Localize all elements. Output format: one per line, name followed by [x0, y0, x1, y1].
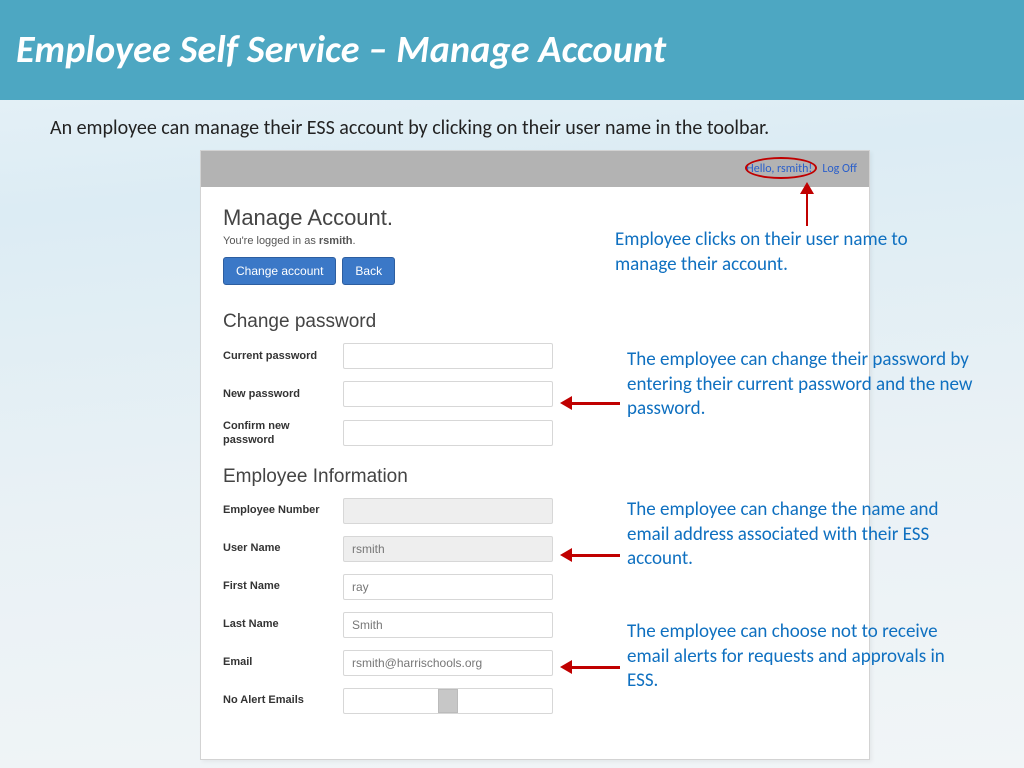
first-name-input[interactable] — [343, 574, 553, 600]
logged-in-suffix: . — [353, 235, 356, 247]
label-current-password: Current password — [223, 349, 343, 363]
toggle-thumb — [438, 689, 458, 713]
hello-user-link[interactable]: Hello, rsmith! — [746, 162, 812, 176]
callout-3: The employee can change the name and ema… — [627, 498, 977, 572]
label-no-alert: No Alert Emails — [223, 693, 343, 707]
user-name-input — [343, 536, 553, 562]
slide-title: Employee Self Service – Manage Account — [16, 27, 666, 73]
back-button[interactable]: Back — [342, 257, 395, 285]
label-last-name: Last Name — [223, 617, 343, 631]
no-alert-toggle[interactable] — [343, 688, 553, 714]
label-first-name: First Name — [223, 579, 343, 593]
label-email: Email — [223, 655, 343, 669]
label-confirm-password: Confirm new password — [223, 419, 343, 448]
section-change-password: Change password — [223, 311, 847, 333]
employee-number-input — [343, 498, 553, 524]
callout-2: The employee can change their password b… — [627, 348, 977, 422]
label-new-password: New password — [223, 387, 343, 401]
callout-1: Employee clicks on their user name to ma… — [615, 228, 965, 277]
new-password-input[interactable] — [343, 381, 553, 407]
confirm-password-input[interactable] — [343, 420, 553, 446]
slide-title-bar: Employee Self Service – Manage Account — [0, 0, 1024, 100]
label-employee-number: Employee Number — [223, 503, 343, 517]
label-user-name: User Name — [223, 541, 343, 555]
row-first-name: First Name — [223, 574, 847, 600]
email-input[interactable] — [343, 650, 553, 676]
section-employee-info: Employee Information — [223, 466, 847, 488]
callout-4: The employee can choose not to receive e… — [627, 620, 977, 694]
current-password-input[interactable] — [343, 343, 553, 369]
app-topbar: Hello, rsmith! Log Off — [201, 151, 869, 187]
row-confirm-password: Confirm new password — [223, 419, 847, 448]
slide-intro-text: An employee can manage their ESS account… — [50, 116, 974, 140]
logged-in-user: rsmith — [319, 235, 353, 247]
logged-in-prefix: You're logged in as — [223, 235, 319, 247]
change-account-button[interactable]: Change account — [223, 257, 336, 285]
last-name-input[interactable] — [343, 612, 553, 638]
logoff-link[interactable]: Log Off — [822, 162, 857, 176]
